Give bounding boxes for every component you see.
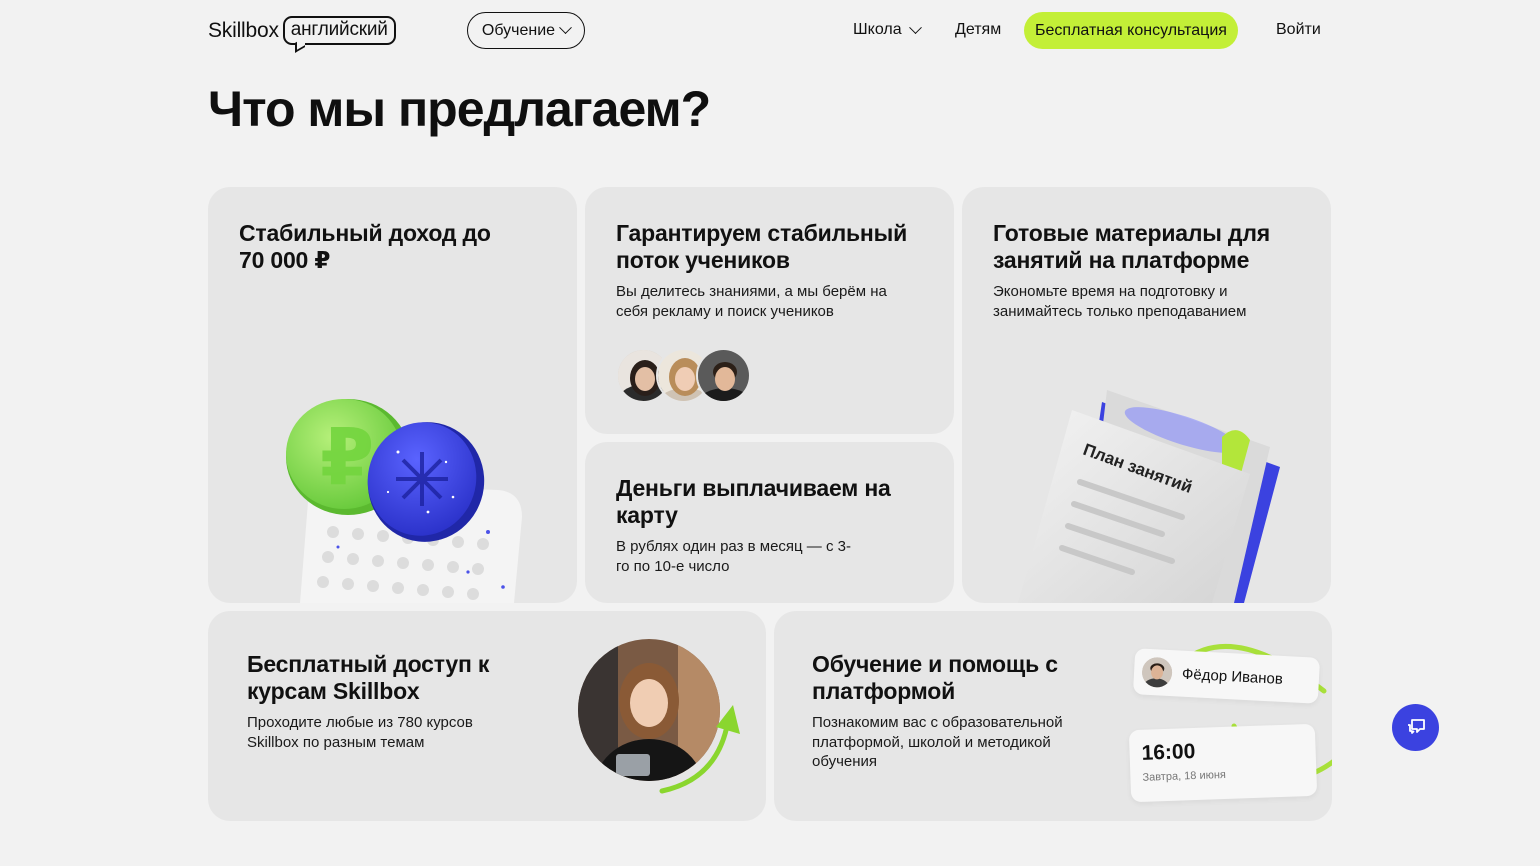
card-platform-training: Обучение и помощь с платформой Познакоми…	[774, 611, 1332, 821]
student-avatars	[616, 348, 756, 404]
card-title: Обучение и помощь с платформой	[812, 651, 1058, 704]
chevron-down-icon	[559, 21, 572, 35]
card-title: Готовые материалы для занятий на платфор…	[993, 220, 1270, 273]
nav-school-label: Школа	[853, 21, 902, 38]
card-stable-income: Стабильный доход до 70 000 ₽ ₽	[208, 187, 577, 603]
chevron-down-icon	[908, 20, 922, 34]
page-title: Что мы предлагаем?	[208, 81, 711, 137]
card-title: Стабильный доход до 70 000 ₽	[239, 220, 491, 273]
education-dropdown-button[interactable]: Обучение	[467, 12, 585, 49]
card-text: В рублях один раз в месяц — с 3-го по 10…	[616, 538, 851, 575]
card-text: Проходите любые из 780 курсов Skillbox п…	[247, 714, 473, 751]
lesson-date: Завтра, 18 июня	[1142, 768, 1227, 784]
svg-text:₽: ₽	[320, 413, 374, 503]
logo-word: Skillbox	[208, 18, 279, 42]
card-title: Деньги выплачиваем на карту	[616, 475, 891, 528]
card-students-flow: Гарантируем стабильный поток учеников Вы…	[585, 187, 954, 434]
education-label: Обучение	[481, 21, 556, 39]
avatar	[696, 348, 751, 403]
mentor-name: Фёдор Иванов	[1181, 665, 1284, 688]
nav-kids-link[interactable]: Детям	[955, 21, 1001, 39]
schedule-widget: Фёдор Иванов 16:00 Завтра, 18 июня	[1124, 631, 1332, 811]
card-title: Гарантируем стабильный поток учеников	[616, 220, 908, 273]
card-text: Вы делитесь знаниями, а мы берём на себя…	[616, 283, 887, 320]
nav-school-dropdown[interactable]: Школа	[853, 20, 922, 39]
student-photo-illustration	[578, 639, 740, 794]
mentor-card: Фёдор Иванов	[1132, 648, 1321, 704]
mentor-avatar	[1141, 656, 1173, 689]
logo-badge: английский	[282, 16, 396, 45]
lesson-plan-book-illustration: План занятий	[1018, 390, 1280, 603]
card-title: Бесплатный доступ к курсам Skillbox	[247, 651, 490, 704]
lesson-time-card: 16:00 Завтра, 18 июня	[1128, 723, 1318, 803]
skillbox-english-logo[interactable]: Skillbox английский	[208, 16, 396, 45]
card-free-courses: Бесплатный доступ к курсам Skillbox Прох…	[208, 611, 766, 821]
login-link[interactable]: Войти	[1276, 21, 1321, 39]
card-text: Познакомим вас с образовательной платфор…	[812, 714, 1063, 770]
card-ready-materials: Готовые материалы для занятий на платфор…	[962, 187, 1331, 603]
site-header: Skillbox английский Обучение Школа Детям…	[208, 12, 1332, 50]
card-payments: Деньги выплачиваем на карту В рублях оди…	[585, 442, 954, 603]
free-consultation-button[interactable]: Бесплатная консультация	[1024, 12, 1238, 49]
chat-bubbles-icon	[1407, 718, 1425, 734]
chat-button[interactable]	[1392, 704, 1439, 751]
lesson-time: 16:00	[1141, 739, 1196, 765]
card-text: Экономьте время на подготовку и занимайт…	[993, 283, 1247, 320]
coins-illustration: ₽	[286, 399, 522, 603]
